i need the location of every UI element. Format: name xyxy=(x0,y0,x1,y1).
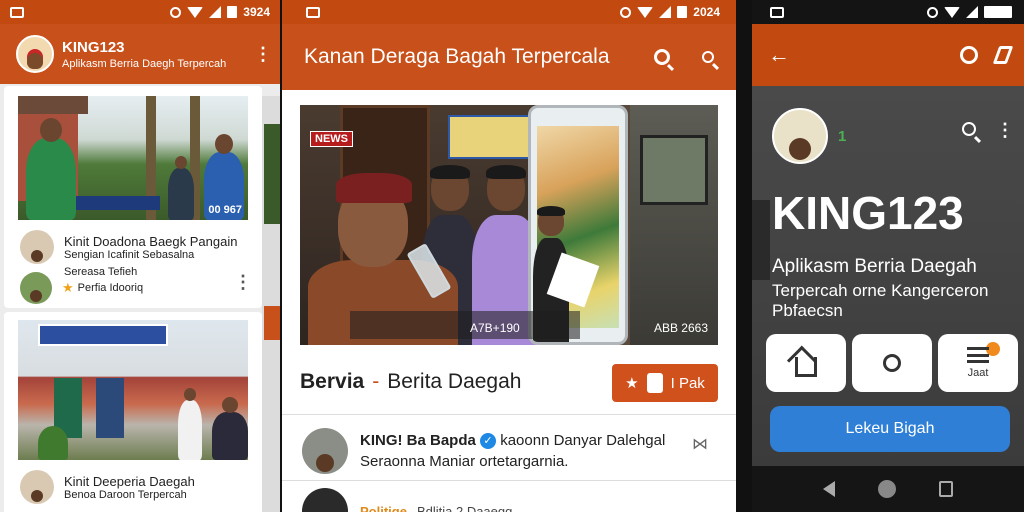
status-bar: 3924 xyxy=(0,0,280,24)
edit-icon[interactable] xyxy=(992,46,1014,64)
badge-count: 1 xyxy=(838,127,847,145)
news-card[interactable]: Kinit Deeperia Daegah Benoa Daroon Terpe… xyxy=(4,312,262,512)
brand-subtitle: Aplikasm Berria Daegah xyxy=(772,256,977,277)
divider xyxy=(282,414,736,415)
post-author: KING! Ba Bapda xyxy=(360,431,476,449)
cta-button[interactable]: Lekeu Bigah xyxy=(770,406,1010,452)
pak-label: I Pak xyxy=(670,374,705,392)
hero-caption: ABB 2663 xyxy=(653,321,708,335)
card-tag: Perfia Idooriq xyxy=(77,282,144,294)
profile-avatar xyxy=(772,108,828,164)
nav-home-icon[interactable] xyxy=(877,480,896,498)
card-line: Benoa Daroon Terpercah xyxy=(64,488,187,501)
pak-button[interactable]: ★ I Pak xyxy=(612,364,718,402)
post-item[interactable]: KING! Ba Bapda ✓ kaoonn Danyar Dalehgal … xyxy=(302,428,665,474)
more-menu-icon[interactable]: ⋮ xyxy=(254,44,272,65)
gallery-icon xyxy=(306,6,320,18)
phone-article-screen: 2024 Kanan Deraga Bagah Terpercala NEWS xyxy=(282,0,736,512)
avatar xyxy=(20,272,52,304)
menu-label: Jaat xyxy=(967,367,989,379)
brand-subtitle-2: Terpercah orne Kangerceron Pbfaecsn xyxy=(772,281,989,320)
status-bar xyxy=(752,0,1024,24)
app-bar: Kanan Deraga Bagah Terpercala xyxy=(282,24,736,90)
news-image: 00 967 xyxy=(18,96,248,220)
screenshot-collage: 3924 KING123 Aplikasm Berria Daegh Terpe… xyxy=(0,0,1024,512)
hero-caption: A7B+190 xyxy=(470,321,520,335)
card-headline: Kinit Doadona Baegk Pangain xyxy=(64,233,238,249)
phone-feed-screen: 3924 KING123 Aplikasm Berria Daegh Terpe… xyxy=(0,0,280,512)
search-alt-icon[interactable] xyxy=(694,43,722,71)
avatar xyxy=(20,230,54,264)
app-subtitle: Aplikasm Berria Daegh Terpercah xyxy=(62,57,227,70)
nav-back-icon[interactable] xyxy=(823,481,836,497)
section-title-b: Berita Daegah xyxy=(387,370,522,393)
wifi-icon xyxy=(944,6,960,18)
nav-recents-icon[interactable] xyxy=(938,481,953,497)
more-menu-icon[interactable]: ⋮ xyxy=(996,120,1014,141)
star-icon: ★ xyxy=(625,375,639,392)
side-peek xyxy=(262,96,280,512)
phone-mockup xyxy=(528,105,628,345)
menu-button[interactable]: Jaat xyxy=(938,334,1018,392)
app-logo xyxy=(16,35,54,73)
phone-profile-screen: ← 1 ⋮ KING123 Aplikasm Berria Daegah Ter… xyxy=(752,0,1024,512)
post-category: Politige xyxy=(360,503,407,512)
status-bar: 2024 xyxy=(282,0,736,24)
search-icon[interactable] xyxy=(962,122,976,136)
avatar xyxy=(302,428,348,474)
section-title-a: Bervia xyxy=(300,370,365,393)
brand-title: KING123 xyxy=(772,187,964,239)
battery-icon xyxy=(677,6,688,18)
menu-icon xyxy=(967,347,989,363)
app-bar: KING123 Aplikasm Berria Daegh Terpercah … xyxy=(0,24,280,84)
page-title: Kanan Deraga Bagah Terpercala xyxy=(304,45,610,68)
alarm-icon xyxy=(927,6,938,18)
home-icon xyxy=(795,357,817,377)
divider xyxy=(282,480,736,481)
signal-icon xyxy=(659,6,672,18)
status-time: 3924 xyxy=(243,5,270,19)
signal-icon xyxy=(209,6,222,18)
hero-image[interactable]: NEWS A7B+190 ABB 2663 xyxy=(300,105,718,345)
card-more-icon[interactable]: ⋮ xyxy=(234,272,252,293)
wifi-icon xyxy=(187,6,204,18)
share-icon[interactable]: ⋈ xyxy=(692,434,708,454)
box-icon xyxy=(646,373,663,393)
image-counter: 00 967 xyxy=(208,204,242,216)
gallery-icon xyxy=(770,6,784,18)
wifi-icon xyxy=(637,6,654,18)
post-meta: Bdlitia 2 Daaegg xyxy=(416,503,513,512)
app-bar: ← xyxy=(752,24,1024,86)
post-item[interactable]: Politige Bdlitia 2 Daaegg xyxy=(302,488,512,512)
card-headline: Kinit Deeperia Daegah xyxy=(64,473,195,489)
news-tag: NEWS xyxy=(310,131,353,147)
news-image xyxy=(18,320,248,460)
alarm-icon xyxy=(620,6,632,18)
news-card[interactable]: 00 967 Kinit Doadona Baegk Pangain Sengi… xyxy=(4,86,262,308)
signal-icon xyxy=(966,6,978,18)
battery-icon xyxy=(984,6,1012,18)
post-text: kaoonn Danyar Dalehgal xyxy=(500,431,666,449)
section-dash: - xyxy=(372,370,380,393)
section-title: Bervia - Berita Daegah xyxy=(300,370,521,394)
refresh-icon[interactable] xyxy=(960,46,978,64)
verified-icon: ✓ xyxy=(480,433,497,450)
star-icon: ★ xyxy=(62,280,74,295)
gallery-icon xyxy=(10,6,24,18)
person-icon xyxy=(883,354,901,372)
profile-button[interactable] xyxy=(852,334,932,392)
avatar xyxy=(302,488,348,512)
status-time: 2024 xyxy=(693,5,720,19)
back-arrow-icon[interactable]: ← xyxy=(768,42,942,68)
post-text: Seraonna Maniar ortetargarnia. xyxy=(360,453,569,471)
poster-graphic xyxy=(448,115,536,159)
battery-icon xyxy=(227,6,238,18)
home-button[interactable] xyxy=(766,334,846,392)
app-title: KING123 xyxy=(62,38,125,56)
card-line: Sengian Icafinit Sebasalna xyxy=(64,248,195,261)
avatar xyxy=(20,470,54,504)
alarm-icon xyxy=(170,6,182,18)
system-nav-bar xyxy=(752,466,1024,512)
search-icon[interactable] xyxy=(648,43,676,71)
